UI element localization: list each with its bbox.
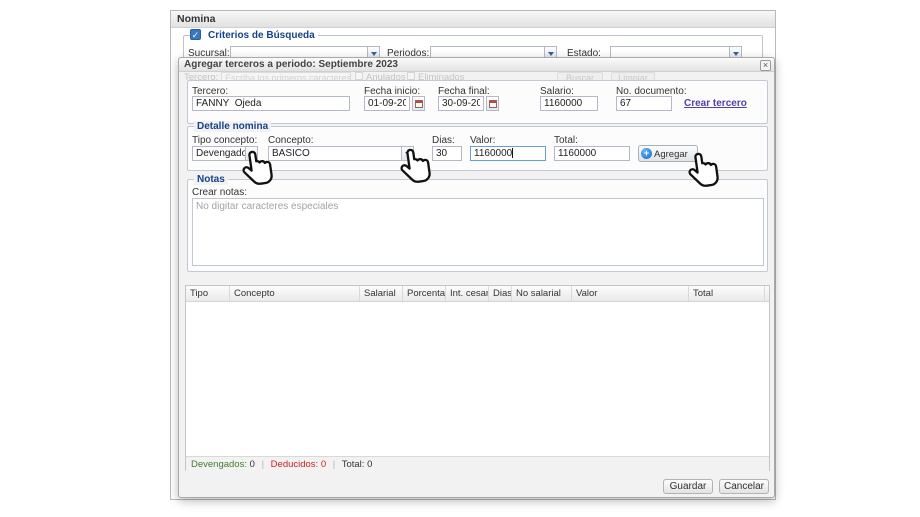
column-header-dias[interactable]: Dias	[489, 286, 512, 301]
dias-label: Dias:	[432, 135, 455, 146]
crear-notas-label: Crear notas:	[192, 187, 247, 198]
ghost-anulados-label: Anulados	[366, 72, 406, 80]
notas-textarea[interactable]	[192, 198, 764, 266]
documento-input[interactable]	[616, 96, 672, 111]
fecha-inicio-input[interactable]	[364, 96, 410, 111]
ghost-tercero-input: Escriba los primeros caracteres	[221, 72, 351, 80]
total-status-label: Total:	[342, 459, 365, 470]
devengados-status-value: 0	[250, 459, 255, 470]
deducidos-status-value: 0	[321, 459, 326, 470]
column-header-valor[interactable]: Valor	[572, 286, 689, 301]
tercero-section: Tercero: Fecha inicio: Fecha final: Sala…	[187, 80, 768, 124]
column-header-filler	[765, 286, 769, 301]
dias-input[interactable]	[432, 146, 462, 161]
ghost-tercero-label: Tercero:	[184, 72, 218, 80]
calendar-icon[interactable]	[486, 96, 499, 111]
concepto-label: Concepto:	[268, 135, 314, 146]
nomina-window-title: Nomina	[171, 11, 775, 28]
guardar-button[interactable]: Guardar	[663, 479, 713, 494]
calendar-icon[interactable]	[412, 96, 425, 111]
crear-tercero-link[interactable]: Crear tercero	[684, 98, 747, 109]
dialog-titlebar[interactable]: Agregar terceros a periodo: Septiembre 2…	[179, 58, 774, 72]
notas-section: Notas Crear notas:	[187, 179, 768, 272]
text-caret	[512, 148, 513, 158]
hand-cursor-icon	[686, 150, 722, 192]
devengados-status-label: Devengados:	[191, 459, 247, 470]
agregar-button-label: Agregar	[654, 149, 688, 160]
valor-label: Valor:	[470, 135, 495, 146]
concepto-select[interactable]: BASICO	[268, 146, 414, 161]
salario-input[interactable]	[540, 96, 598, 111]
fecha-final-input[interactable]	[438, 96, 484, 111]
conceptos-table: Tipo Concepto Salarial Porcentaje Int. c…	[185, 285, 770, 471]
column-header-no-salarial[interactable]: No salarial	[512, 286, 572, 301]
valor-input[interactable]: 1160000	[470, 146, 546, 161]
cancelar-button[interactable]: Cancelar	[719, 479, 769, 494]
ghost-anulados-checkbox	[355, 72, 363, 80]
tipo-concepto-label: Tipo concepto:	[192, 135, 257, 146]
column-header-porcentaje[interactable]: Porcentaje	[403, 286, 446, 301]
ghost-eliminados-label: Eliminados	[418, 72, 464, 80]
criterios-legend-label: Criterios de Búsqueda	[208, 30, 315, 41]
column-header-concepto[interactable]: Concepto	[230, 286, 360, 301]
criterios-legend: ✓ Criterios de Búsqueda	[192, 30, 318, 41]
ghost-eliminados-checkbox	[407, 72, 415, 80]
tercero-input[interactable]	[192, 96, 350, 111]
total-input[interactable]	[554, 146, 630, 161]
hand-cursor-icon	[398, 146, 434, 188]
dialog-title: Agregar terceros a periodo: Septiembre 2…	[184, 59, 398, 70]
column-header-int-cesantias[interactable]: Int. cesanti...	[446, 286, 489, 301]
notas-legend: Notas	[194, 174, 228, 185]
close-icon[interactable]: ×	[760, 60, 771, 71]
table-body-empty[interactable]	[186, 302, 769, 456]
total-label: Total:	[554, 135, 578, 146]
screen: Nomina ✓ Criterios de Búsqueda Sucursal:…	[0, 0, 920, 517]
column-header-salarial[interactable]: Salarial	[360, 286, 403, 301]
criterios-checkbox[interactable]: ✓	[190, 29, 201, 40]
table-header-row: Tipo Concepto Salarial Porcentaje Int. c…	[186, 286, 769, 302]
deducidos-status-label: Deducidos:	[271, 459, 319, 470]
add-plus-icon: +	[641, 148, 652, 159]
table-status-bar: Devengados: 0 | Deducidos: 0 | Total: 0	[186, 456, 769, 471]
ghost-buscar-button: Buscar	[557, 72, 603, 80]
column-header-total[interactable]: Total	[689, 286, 765, 301]
hand-cursor-icon	[240, 148, 276, 190]
background-form-remnant: Tercero: Escriba los primeros caracteres…	[179, 72, 773, 80]
detalle-nomina-legend: Detalle nomina	[194, 121, 271, 132]
ghost-limpiar-button: Limpiar	[611, 72, 655, 80]
column-header-tipo[interactable]: Tipo	[186, 286, 230, 301]
agregar-terceros-dialog: Agregar terceros a periodo: Septiembre 2…	[178, 57, 775, 498]
total-status-value: 0	[367, 459, 372, 470]
